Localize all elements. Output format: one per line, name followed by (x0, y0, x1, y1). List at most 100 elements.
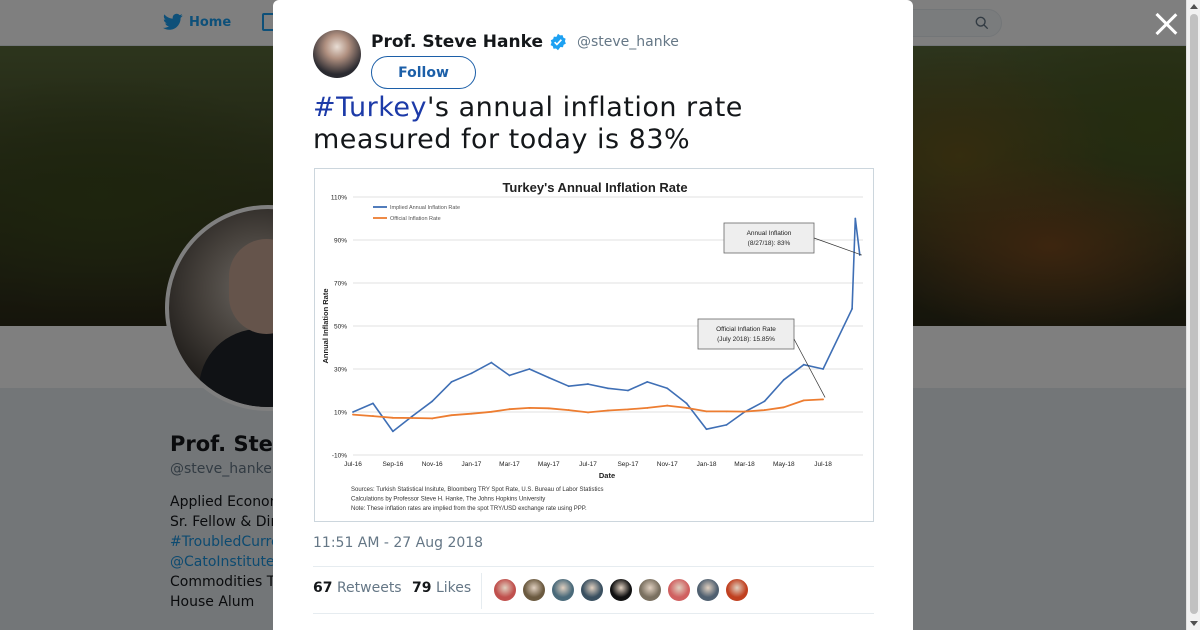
likes-count: 79 (412, 580, 432, 596)
data-point (372, 402, 374, 405)
liker-avatar[interactable] (609, 578, 633, 602)
data-point (666, 404, 669, 407)
data-point (508, 374, 511, 377)
data-point (508, 408, 511, 411)
likes-label: Likes (435, 580, 472, 596)
data-point (763, 400, 766, 403)
y-tick-label: 110% (331, 195, 347, 202)
data-point (587, 411, 589, 414)
annotation-text: (July 2018): 15.85% (717, 336, 775, 343)
x-tick-label: Jan-18 (697, 461, 717, 468)
x-tick-label: Sep-17 (617, 461, 638, 468)
y-tick-label: 10% (334, 410, 347, 417)
page: Home Prof. Ste @steve_hanke Applied Econ… (0, 0, 1200, 630)
tweet-modal: Prof. Steve Hanke @steve_hanke Follow #T… (273, 0, 913, 630)
data-point (470, 372, 473, 375)
liker-avatar[interactable] (522, 578, 546, 602)
data-point (802, 399, 805, 402)
data-point (646, 381, 649, 383)
likes-stat[interactable]: 79 Likes (412, 580, 471, 596)
liker-avatar[interactable] (551, 578, 575, 602)
data-point (372, 415, 374, 417)
data-point (705, 428, 708, 431)
chart-footnote: Note: These inflation rates are implied … (351, 506, 587, 512)
annotation-box (723, 222, 815, 254)
data-point (547, 407, 550, 410)
data-point (685, 402, 688, 405)
follow-button[interactable]: Follow (371, 56, 476, 89)
y-tick-label: 90% (334, 238, 347, 245)
liker-avatar[interactable] (696, 578, 720, 602)
liker-avatar[interactable] (638, 578, 662, 602)
liker-avatars (493, 578, 749, 602)
data-point (646, 407, 649, 409)
data-point (851, 307, 853, 310)
data-point (607, 387, 609, 390)
data-point (705, 410, 708, 413)
data-point (782, 406, 785, 409)
scrollbar[interactable] (1186, 0, 1200, 630)
retweets-label: Retweets (336, 580, 402, 596)
x-axis-label: Date (599, 471, 615, 480)
liker-avatar[interactable] (725, 578, 749, 602)
scroll-down-arrow-icon[interactable] (1190, 621, 1198, 626)
data-point (470, 412, 473, 415)
author-handle[interactable]: @steve_hanke (577, 34, 679, 50)
tweet-image-chart[interactable]: Turkey's Annual Inflation Rate -10% 10% 30%… (314, 168, 874, 522)
data-point (450, 381, 453, 383)
data-point (450, 414, 453, 417)
liker-avatar[interactable] (580, 578, 604, 602)
data-point (607, 409, 609, 412)
x-tick-label: Jan-17 (462, 461, 482, 468)
data-point (352, 411, 354, 413)
tweet-timestamp[interactable]: 11:51 AM - 27 Aug 2018 (313, 535, 483, 551)
stats-divider (481, 573, 482, 609)
data-point (411, 417, 414, 419)
x-tick-label: Jul-17 (579, 461, 597, 468)
retweets-count: 67 (313, 580, 333, 596)
tweet-stats: 67 Retweets 79 Likes (313, 566, 874, 614)
series-line-1 (352, 398, 824, 420)
verified-badge-icon (550, 33, 566, 51)
data-point (685, 407, 688, 409)
tweet-text: #Turkey's annual inflation rate measured… (313, 92, 873, 156)
x-tick-label: Jul-16 (344, 461, 362, 468)
data-point (802, 363, 805, 366)
liker-avatar[interactable] (667, 578, 691, 602)
data-point (547, 376, 550, 379)
legend-entry: Official Inflation Rate (390, 216, 441, 222)
data-point (782, 378, 785, 381)
annotation-box (697, 318, 795, 350)
annotation-text: Annual Inflation (747, 230, 792, 237)
scroll-up-arrow-icon[interactable] (1190, 4, 1198, 9)
x-tick-label: Jul-18 (814, 461, 832, 468)
scroll-thumb[interactable] (1190, 14, 1198, 614)
x-tick-label: Nov-17 (657, 461, 678, 468)
y-tick-label: 70% (334, 281, 347, 288)
x-tick-label: Sep-16 (382, 461, 403, 468)
liker-avatar[interactable] (493, 578, 517, 602)
data-point (392, 430, 394, 433)
data-point (854, 217, 857, 220)
retweets-stat[interactable]: 67 Retweets (313, 580, 402, 596)
data-point (627, 389, 629, 392)
close-icon[interactable] (1154, 12, 1178, 36)
chart-title: Turkey's Annual Inflation Rate (502, 180, 687, 195)
chart-footnote: Sources: Turkish Statistical Insitute, B… (351, 487, 603, 493)
x-tick-label: Nov-16 (422, 461, 443, 468)
data-point (490, 410, 493, 413)
y-tick-label: 30% (334, 367, 347, 374)
x-tick-label: Mar-18 (734, 461, 755, 468)
data-point (666, 387, 669, 390)
data-point (431, 400, 434, 403)
data-point (627, 408, 629, 411)
y-tick-label: -10% (332, 453, 347, 460)
author-name[interactable]: Prof. Steve Hanke (371, 32, 543, 52)
data-point (528, 407, 531, 409)
author-header: Prof. Steve Hanke @steve_hanke (371, 32, 679, 52)
data-point (567, 409, 570, 411)
hashtag-link[interactable]: #Turkey (313, 92, 427, 123)
data-point (490, 361, 493, 364)
author-avatar[interactable] (313, 30, 361, 78)
data-point (567, 385, 570, 388)
